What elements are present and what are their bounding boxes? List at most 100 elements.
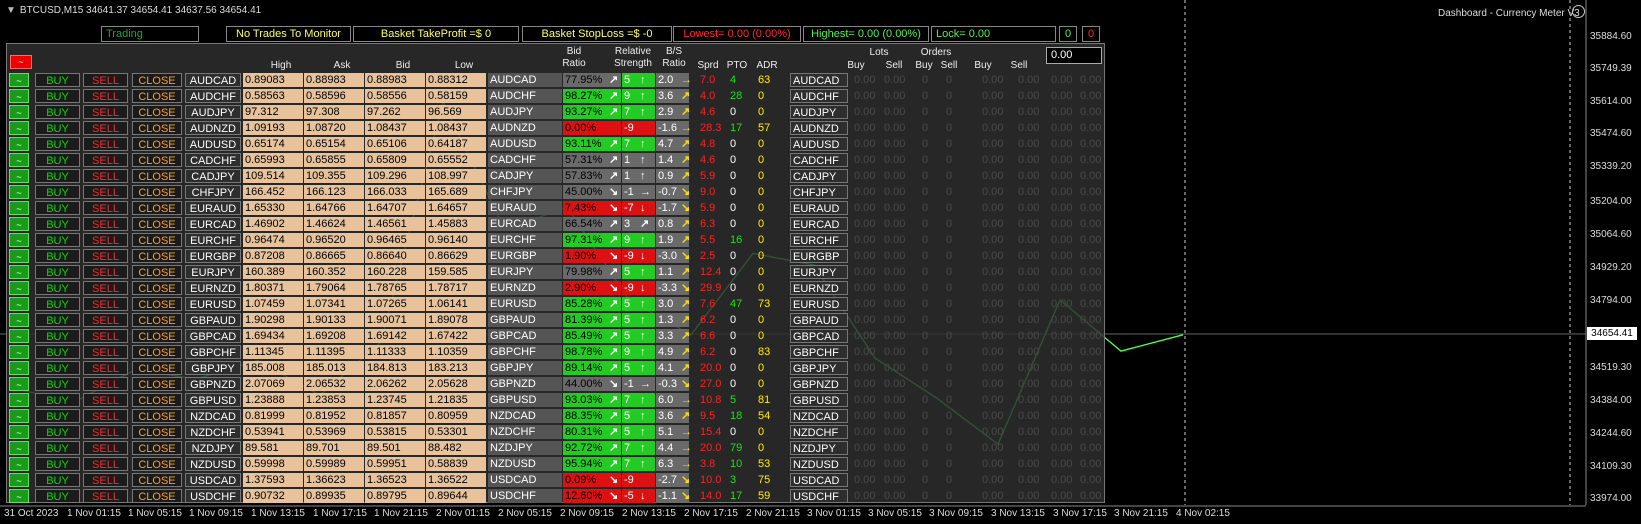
buy-button[interactable]: BUY [35,489,80,503]
sell-button[interactable]: SELL [83,489,128,503]
buy-button[interactable]: BUY [35,233,80,247]
sell-button[interactable]: SELL [83,345,128,359]
symbol-label[interactable]: CADCHF [185,153,241,167]
close-button[interactable]: CLOSE [132,249,182,263]
symbol-label[interactable]: NZDJPY [185,441,241,455]
row-toggle-button[interactable]: ~ [9,409,29,423]
close-button[interactable]: CLOSE [132,313,182,327]
close-button[interactable]: CLOSE [132,105,182,119]
symbol-label[interactable]: AUDJPY [185,105,241,119]
close-button[interactable]: CLOSE [132,217,182,231]
close-button[interactable]: CLOSE [132,377,182,391]
close-button[interactable]: CLOSE [132,361,182,375]
sell-button[interactable]: SELL [83,153,128,167]
buy-button[interactable]: BUY [35,265,80,279]
symbol-label[interactable]: EURUSD [185,297,241,311]
sell-button[interactable]: SELL [83,329,128,343]
row-toggle-button[interactable]: ~ [9,169,29,183]
row-toggle-button[interactable]: ~ [9,297,29,311]
close-button[interactable]: CLOSE [132,73,182,87]
buy-button[interactable]: BUY [35,281,80,295]
buy-button[interactable]: BUY [35,409,80,423]
row-toggle-button[interactable]: ~ [9,313,29,327]
close-button[interactable]: CLOSE [132,233,182,247]
symbol-label[interactable]: GBPJPY [185,361,241,375]
row-toggle-button[interactable]: ~ [9,201,29,215]
row-toggle-button[interactable]: ~ [9,345,29,359]
buy-button[interactable]: BUY [35,329,80,343]
sell-button[interactable]: SELL [83,457,128,471]
symbol-label[interactable]: GBPNZD [185,377,241,391]
buy-button[interactable]: BUY [35,105,80,119]
symbol-label[interactable]: GBPUSD [185,393,241,407]
buy-button[interactable]: BUY [35,201,80,215]
buy-button[interactable]: BUY [35,169,80,183]
close-button[interactable]: CLOSE [132,425,182,439]
buy-button[interactable]: BUY [35,137,80,151]
close-button[interactable]: CLOSE [132,89,182,103]
row-toggle-button[interactable]: ~ [9,473,29,487]
sell-button[interactable]: SELL [83,377,128,391]
close-button[interactable]: CLOSE [132,393,182,407]
row-toggle-button[interactable]: ~ [9,89,29,103]
row-toggle-button[interactable]: ~ [9,361,29,375]
symbol-label[interactable]: NZDCHF [185,425,241,439]
buy-button[interactable]: BUY [35,425,80,439]
dropdown-arrow-icon[interactable]: ▼ [6,5,16,16]
row-toggle-button[interactable]: ~ [9,377,29,391]
symbol-label[interactable]: GBPCAD [185,329,241,343]
close-button[interactable]: CLOSE [132,329,182,343]
buy-button[interactable]: BUY [35,361,80,375]
row-toggle-button[interactable]: ~ [9,489,29,503]
close-button[interactable]: CLOSE [132,137,182,151]
sell-button[interactable]: SELL [83,73,128,87]
symbol-label[interactable]: EURGBP [185,249,241,263]
symbol-label[interactable]: EURAUD [185,201,241,215]
buy-button[interactable]: BUY [35,313,80,327]
sell-button[interactable]: SELL [83,169,128,183]
buy-button[interactable]: BUY [35,185,80,199]
sell-button[interactable]: SELL [83,409,128,423]
sell-button[interactable]: SELL [83,361,128,375]
symbol-label[interactable]: EURJPY [185,265,241,279]
symbol-label[interactable]: AUDCAD [185,73,241,87]
buy-button[interactable]: BUY [35,297,80,311]
symbol-label[interactable]: AUDUSD [185,137,241,151]
row-toggle-button[interactable]: ~ [9,73,29,87]
sell-button[interactable]: SELL [83,137,128,151]
close-button[interactable]: CLOSE [132,281,182,295]
sell-button[interactable]: SELL [83,249,128,263]
close-button[interactable]: CLOSE [132,473,182,487]
symbol-label[interactable]: EURCHF [185,233,241,247]
buy-button[interactable]: BUY [35,473,80,487]
row-toggle-button[interactable]: ~ [9,153,29,167]
close-button[interactable]: CLOSE [132,489,182,503]
close-button[interactable]: CLOSE [132,409,182,423]
buy-button[interactable]: BUY [35,393,80,407]
row-toggle-button[interactable]: ~ [9,265,29,279]
symbol-label[interactable]: GBPAUD [185,313,241,327]
close-button[interactable]: CLOSE [132,297,182,311]
symbol-label[interactable]: NZDUSD [185,457,241,471]
row-toggle-button[interactable]: ~ [9,425,29,439]
symbol-label[interactable]: CHFJPY [185,185,241,199]
buy-button[interactable]: BUY [35,249,80,263]
buy-button[interactable]: BUY [35,217,80,231]
settings-toggle-button[interactable]: ~ [10,55,32,69]
row-toggle-button[interactable]: ~ [9,233,29,247]
row-toggle-button[interactable]: ~ [9,281,29,295]
symbol-label[interactable]: EURNZD [185,281,241,295]
buy-button[interactable]: BUY [35,377,80,391]
row-toggle-button[interactable]: ~ [9,185,29,199]
sell-button[interactable]: SELL [83,121,128,135]
sell-button[interactable]: SELL [83,425,128,439]
close-button[interactable]: CLOSE [132,121,182,135]
sell-button[interactable]: SELL [83,441,128,455]
close-button[interactable]: CLOSE [132,457,182,471]
buy-button[interactable]: BUY [35,153,80,167]
row-toggle-button[interactable]: ~ [9,105,29,119]
row-toggle-button[interactable]: ~ [9,121,29,135]
close-button[interactable]: CLOSE [132,185,182,199]
sell-button[interactable]: SELL [83,393,128,407]
buy-button[interactable]: BUY [35,345,80,359]
